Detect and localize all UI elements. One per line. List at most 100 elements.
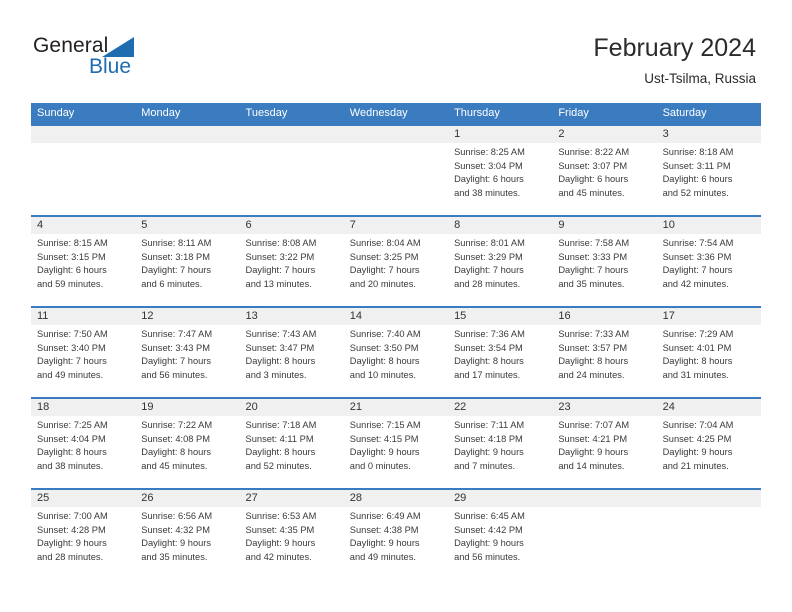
weekday-header-friday: Friday: [558, 107, 589, 119]
day-number[interactable]: 5: [135, 217, 239, 234]
day-number[interactable]: [240, 126, 344, 143]
day-cell[interactable]: Sunrise: 7:00 AM Sunset: 4:28 PM Dayligh…: [31, 507, 135, 579]
day-number[interactable]: 18: [31, 399, 135, 416]
day-cell[interactable]: Sunrise: 6:49 AM Sunset: 4:38 PM Dayligh…: [344, 507, 448, 579]
day-cell[interactable]: [344, 143, 448, 215]
day-cell[interactable]: Sunrise: 7:47 AM Sunset: 3:43 PM Dayligh…: [135, 325, 239, 397]
title-block: February 2024 Ust-Tsilma, Russia: [593, 33, 756, 89]
daylight-text-line1: Daylight: 7 hours: [37, 356, 107, 367]
week-row: 18 19 20 21 22 23 24 Sunrise: 7:25 AM Su…: [31, 397, 761, 488]
day-number[interactable]: 10: [657, 217, 761, 234]
day-cell[interactable]: Sunrise: 8:15 AM Sunset: 3:15 PM Dayligh…: [31, 234, 135, 306]
day-cell[interactable]: Sunrise: 6:53 AM Sunset: 4:35 PM Dayligh…: [240, 507, 344, 579]
sunset-text: Sunset: 3:25 PM: [349, 251, 419, 262]
day-number[interactable]: [31, 126, 135, 143]
day-cell[interactable]: Sunrise: 8:18 AM Sunset: 3:11 PM Dayligh…: [657, 143, 761, 215]
daylight-text-line2: and 6 minutes.: [141, 278, 203, 289]
sunrise-text: Sunrise: 6:49 AM: [349, 511, 421, 521]
daylight-text-line1: Daylight: 7 hours: [141, 265, 212, 276]
day-cell[interactable]: Sunrise: 7:50 AM Sunset: 3:40 PM Dayligh…: [31, 325, 135, 397]
sunrise-text: Sunrise: 7:54 AM: [662, 238, 734, 248]
day-cell[interactable]: Sunrise: 7:40 AM Sunset: 3:50 PM Dayligh…: [344, 325, 448, 397]
day-cell[interactable]: Sunrise: 7:07 AM Sunset: 4:21 PM Dayligh…: [552, 416, 656, 488]
day-cell[interactable]: Sunrise: 6:45 AM Sunset: 4:42 PM Dayligh…: [448, 507, 552, 579]
day-number[interactable]: 28: [344, 490, 448, 507]
day-cell[interactable]: Sunrise: 7:29 AM Sunset: 4:01 PM Dayligh…: [657, 325, 761, 397]
day-number[interactable]: 29: [448, 490, 552, 507]
day-number[interactable]: 25: [31, 490, 135, 507]
day-number[interactable]: 24: [657, 399, 761, 416]
sunset-text: Sunset: 3:54 PM: [454, 342, 523, 353]
daylight-text-line2: and 52 minutes.: [662, 187, 729, 198]
day-number[interactable]: 27: [240, 490, 344, 507]
day-number[interactable]: 6: [240, 217, 344, 234]
day-cell[interactable]: Sunrise: 6:56 AM Sunset: 4:32 PM Dayligh…: [135, 507, 239, 579]
day-number[interactable]: 20: [240, 399, 344, 416]
day-cell[interactable]: Sunrise: 7:22 AM Sunset: 4:08 PM Dayligh…: [135, 416, 239, 488]
day-cell[interactable]: Sunrise: 7:43 AM Sunset: 3:47 PM Dayligh…: [240, 325, 344, 397]
day-number[interactable]: [552, 490, 656, 507]
day-number[interactable]: 1: [448, 126, 552, 143]
sunrise-text: Sunrise: 7:43 AM: [245, 329, 317, 339]
day-number[interactable]: 7: [344, 217, 448, 234]
daylight-text-line1: Daylight: 8 hours: [141, 447, 212, 458]
day-number[interactable]: 22: [448, 399, 552, 416]
daylight-text-line2: and 59 minutes.: [37, 278, 104, 289]
sunrise-text: Sunrise: 8:08 AM: [245, 238, 317, 248]
day-cell[interactable]: Sunrise: 8:11 AM Sunset: 3:18 PM Dayligh…: [135, 234, 239, 306]
day-number[interactable]: 14: [344, 308, 448, 325]
sunrise-text: Sunrise: 6:45 AM: [454, 511, 525, 521]
day-number[interactable]: 8: [448, 217, 552, 234]
day-cell[interactable]: Sunrise: 7:15 AM Sunset: 4:15 PM Dayligh…: [344, 416, 448, 488]
day-number[interactable]: 12: [135, 308, 239, 325]
day-cell[interactable]: Sunrise: 7:36 AM Sunset: 3:54 PM Dayligh…: [448, 325, 552, 397]
daylight-text-line1: Daylight: 8 hours: [349, 356, 420, 367]
day-number[interactable]: 9: [552, 217, 656, 234]
sunrise-text: Sunrise: 7:22 AM: [141, 420, 213, 430]
sunset-text: Sunset: 3:57 PM: [558, 342, 628, 353]
week-row: 11 12 13 14 15 16 17 Sunrise: 7:50 AM Su…: [31, 306, 761, 397]
day-number[interactable]: [344, 126, 448, 143]
day-cell[interactable]: [657, 507, 761, 579]
day-cell[interactable]: Sunrise: 7:58 AM Sunset: 3:33 PM Dayligh…: [552, 234, 656, 306]
day-cell[interactable]: Sunrise: 7:25 AM Sunset: 4:04 PM Dayligh…: [31, 416, 135, 488]
calendar-page: General Blue February 2024 Ust-Tsilma, R…: [0, 0, 792, 612]
day-cell[interactable]: Sunrise: 8:01 AM Sunset: 3:29 PM Dayligh…: [448, 234, 552, 306]
day-cell[interactable]: [31, 143, 135, 215]
week-detail-row: Sunrise: 8:25 AM Sunset: 3:04 PM Dayligh…: [31, 143, 761, 215]
day-cell[interactable]: Sunrise: 8:08 AM Sunset: 3:22 PM Dayligh…: [240, 234, 344, 306]
day-number[interactable]: 26: [135, 490, 239, 507]
day-number[interactable]: 4: [31, 217, 135, 234]
week-daynumber-row: 1 2 3: [31, 126, 761, 143]
day-number[interactable]: 11: [31, 308, 135, 325]
day-number[interactable]: 13: [240, 308, 344, 325]
day-number[interactable]: 21: [344, 399, 448, 416]
sunrise-text: Sunrise: 7:25 AM: [37, 420, 108, 430]
general-blue-logo[interactable]: General Blue: [33, 34, 213, 84]
day-number[interactable]: 15: [448, 308, 552, 325]
day-cell[interactable]: [240, 143, 344, 215]
day-cell[interactable]: Sunrise: 8:22 AM Sunset: 3:07 PM Dayligh…: [552, 143, 656, 215]
daylight-text-line1: Daylight: 8 hours: [245, 447, 316, 458]
day-cell[interactable]: [135, 143, 239, 215]
day-number[interactable]: 19: [135, 399, 239, 416]
daylight-text-line2: and 42 minutes.: [662, 278, 729, 289]
day-number[interactable]: [657, 490, 761, 507]
day-number[interactable]: [135, 126, 239, 143]
daylight-text-line1: Daylight: 9 hours: [454, 538, 524, 549]
day-cell[interactable]: Sunrise: 8:04 AM Sunset: 3:25 PM Dayligh…: [344, 234, 448, 306]
day-cell[interactable]: Sunrise: 7:04 AM Sunset: 4:25 PM Dayligh…: [657, 416, 761, 488]
day-cell[interactable]: Sunrise: 7:54 AM Sunset: 3:36 PM Dayligh…: [657, 234, 761, 306]
day-number[interactable]: 17: [657, 308, 761, 325]
day-cell[interactable]: Sunrise: 7:11 AM Sunset: 4:18 PM Dayligh…: [448, 416, 552, 488]
day-cell[interactable]: Sunrise: 7:33 AM Sunset: 3:57 PM Dayligh…: [552, 325, 656, 397]
day-number[interactable]: 23: [552, 399, 656, 416]
day-cell[interactable]: Sunrise: 7:18 AM Sunset: 4:11 PM Dayligh…: [240, 416, 344, 488]
day-cell[interactable]: Sunrise: 8:25 AM Sunset: 3:04 PM Dayligh…: [448, 143, 552, 215]
sunset-text: Sunset: 3:43 PM: [141, 342, 210, 353]
day-number[interactable]: 16: [552, 308, 656, 325]
day-number[interactable]: 2: [552, 126, 656, 143]
day-cell[interactable]: [552, 507, 656, 579]
day-number[interactable]: 3: [657, 126, 761, 143]
weekday-header-wednesday: Wednesday: [349, 107, 408, 119]
